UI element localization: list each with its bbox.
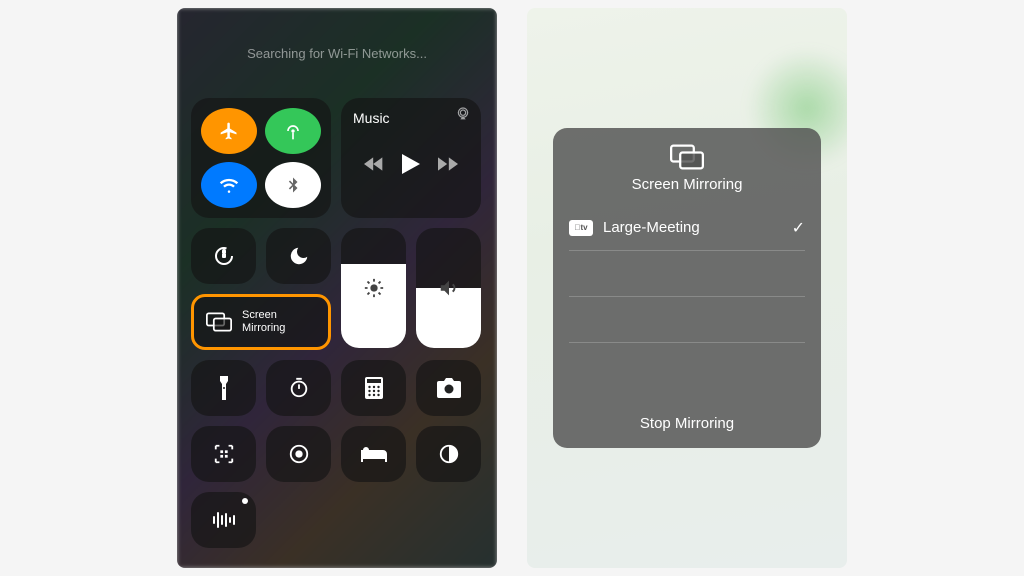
device-row-empty: [569, 343, 805, 389]
music-tile[interactable]: Music: [341, 98, 481, 218]
screen-mirror-icon: [206, 312, 232, 332]
screen-mirror-icon: [670, 144, 704, 170]
bluetooth-icon: [284, 176, 302, 194]
modal-device-list: tv Large-Meeting ✓: [553, 205, 821, 399]
music-label: Music: [353, 110, 469, 126]
device-row-empty: [569, 297, 805, 343]
rewind-icon[interactable]: [364, 156, 384, 172]
calculator-icon: [365, 377, 383, 399]
rotation-lock-icon: [212, 244, 236, 268]
play-icon[interactable]: [402, 154, 420, 174]
sleep-button[interactable]: [341, 426, 406, 482]
bed-icon: [361, 446, 387, 462]
volume-slider[interactable]: [416, 228, 481, 348]
device-row-large-meeting[interactable]: tv Large-Meeting ✓: [569, 205, 805, 251]
screen-mirroring-modal: Screen Mirroring tv Large-Meeting ✓ Sto…: [553, 128, 821, 448]
control-center-content: Music: [177, 8, 497, 568]
wifi-button[interactable]: [201, 162, 257, 208]
row-voice-memo: [191, 492, 483, 548]
timer-button[interactable]: [266, 360, 331, 416]
stop-mirroring-label: Stop Mirroring: [640, 415, 734, 432]
sm-label-line1: Screen: [242, 309, 285, 322]
camera-icon: [437, 378, 461, 398]
screen-mirror-label: Screen Mirroring: [242, 309, 285, 334]
do-not-disturb-button[interactable]: [266, 228, 331, 284]
screen-mirroring-button[interactable]: Screen Mirroring: [191, 294, 331, 350]
slider-pair: [341, 228, 481, 348]
qr-icon: [213, 443, 235, 465]
small-tile-grid: [191, 360, 481, 482]
record-icon: [288, 443, 310, 465]
notification-dot-icon: [242, 498, 248, 504]
brightness-icon: [363, 277, 385, 299]
dark-mode-button[interactable]: [416, 426, 481, 482]
checkmark-icon: ✓: [792, 218, 805, 238]
airplay-icon[interactable]: [455, 106, 471, 122]
camera-button[interactable]: [416, 360, 481, 416]
music-controls: [353, 154, 469, 174]
connectivity-tile: [191, 98, 331, 218]
waveform-icon: [212, 511, 236, 529]
mirroring-modal-phone: Screen Mirroring tv Large-Meeting ✓ Sto…: [527, 8, 847, 568]
device-name: Large-Meeting: [603, 219, 700, 236]
wifi-icon: [219, 175, 239, 195]
device-row-empty: [569, 251, 805, 297]
apple-tv-badge-icon: tv: [569, 220, 593, 236]
volume-icon: [438, 277, 460, 299]
control-center-phone: Searching for Wi-Fi Networks...: [177, 8, 497, 568]
row-lock-dnd-sliders: Screen Mirroring: [191, 228, 483, 350]
voice-memo-button[interactable]: [191, 492, 256, 548]
half-circle-icon: [438, 443, 460, 465]
qr-scanner-button[interactable]: [191, 426, 256, 482]
modal-title: Screen Mirroring: [553, 176, 821, 193]
airplane-mode-button[interactable]: [201, 108, 257, 154]
sm-label-line2: Mirroring: [242, 322, 285, 335]
brightness-slider[interactable]: [341, 228, 406, 348]
stop-mirroring-button[interactable]: Stop Mirroring: [553, 399, 821, 448]
bluetooth-button[interactable]: [265, 162, 321, 208]
rotation-lock-button[interactable]: [191, 228, 256, 284]
cellular-data-button[interactable]: [265, 108, 321, 154]
antenna-icon: [283, 121, 303, 141]
moon-icon: [288, 245, 310, 267]
forward-icon[interactable]: [438, 156, 458, 172]
screen-record-button[interactable]: [266, 426, 331, 482]
row-connectivity-music: Music: [191, 98, 483, 218]
flashlight-icon: [217, 376, 231, 400]
flashlight-button[interactable]: [191, 360, 256, 416]
calculator-button[interactable]: [341, 360, 406, 416]
airplane-icon: [219, 121, 239, 141]
timer-icon: [288, 377, 310, 399]
modal-header: Screen Mirroring: [553, 128, 821, 205]
